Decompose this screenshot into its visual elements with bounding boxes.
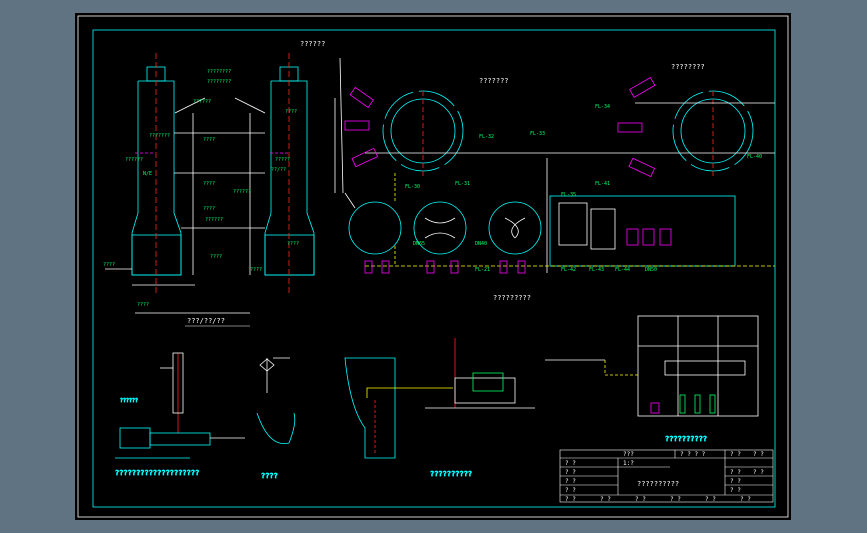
top-left-caption: ?????? [300, 40, 325, 48]
title-header-cell: ? ? ? ? [680, 451, 706, 458]
plan-view [334, 57, 775, 274]
piping-caption: ?????????? [430, 470, 472, 478]
tower-label: ?????? [125, 157, 143, 163]
title-header-cell: ? ? [753, 451, 764, 458]
tower-label: ??/?? [271, 167, 286, 173]
plan-section-caption: ????????? [493, 294, 531, 302]
valve-detail: ???? [256, 357, 296, 480]
tower-label: ???????? [207, 79, 231, 85]
top-center-caption: ??????? [479, 77, 509, 85]
tower-label: ???? [287, 241, 299, 247]
tower-label: ???? [137, 302, 149, 308]
plan-label: FL-33 [530, 131, 545, 137]
plan-label: FL-35 [561, 192, 576, 198]
tower-section-caption: ???/??/?? [187, 317, 225, 325]
title-footer-cell: ? ? [565, 496, 576, 503]
tower-label: ?????? [205, 217, 223, 223]
plan-label: FL-32 [479, 134, 494, 140]
tower-label: ????? [275, 157, 290, 163]
plan-label: FL-41 [595, 181, 610, 187]
cad-drawing: ???????? ???????? ?????? ??????? ???? ??… [77, 15, 789, 518]
title-footer-cell: ? ? [600, 496, 611, 503]
tower-label: ?????? [233, 189, 251, 195]
pump-section-caption: ???????????????????? [115, 469, 199, 477]
title-right-row: ? ? [730, 487, 741, 494]
tower-label: ???? [203, 206, 215, 212]
title-block [559, 449, 774, 503]
tank-caption: ?????????? [665, 435, 707, 443]
title-right-row: ? ? [730, 478, 741, 485]
top-right-caption: ???????? [671, 63, 705, 71]
plan-label: DN40 [475, 241, 487, 247]
title-left-row: ? ? [565, 460, 576, 467]
tower-label: ?????? [193, 99, 211, 105]
plan-label: FL-30 [405, 184, 420, 190]
plan-label: DN65 [413, 241, 425, 247]
plan-label: DN50 [645, 267, 657, 273]
title-header-cell: ??? [623, 451, 634, 458]
piping-section: ?????????? [344, 338, 535, 478]
tank-section: ?????????? [545, 315, 759, 443]
title-right-row: ? ? [730, 469, 741, 476]
scale-label: 1:? [623, 460, 634, 467]
pump-label: ?????? [120, 398, 138, 404]
tower-label: ???? [103, 262, 115, 268]
plan-label: FL-34 [595, 104, 610, 110]
plan-labels: ?????? ??????? ???????? FL-30 FL-31 FL-3… [300, 40, 762, 302]
plan-label: FL-21 [475, 267, 490, 273]
tower-label: ???? [250, 267, 262, 273]
tower-label: ??????? [149, 133, 170, 139]
tower-labels: ???????? ???????? ?????? ??????? ???? ??… [103, 69, 299, 327]
tower-label: N/E [143, 171, 152, 177]
plan-label: FL-44 [615, 267, 630, 273]
title-footer-cell: ? ? [740, 496, 751, 503]
drawing-sheet: ???????? ???????? ?????? ??????? ???? ??… [75, 13, 791, 520]
tower-label: ???? [203, 181, 215, 187]
plan-label: FL-42 [561, 267, 576, 273]
title-header-cell: ? ? [730, 451, 741, 458]
plan-label: FL-43 [589, 267, 604, 273]
valve-caption: ???? [261, 472, 278, 480]
tower-label: ???? [210, 254, 222, 260]
tower-label: ???? [285, 109, 297, 115]
title-left-row: ? ? [565, 469, 576, 476]
plan-label: FL-40 [747, 154, 762, 160]
pump-detail: ?????? ???????????????????? [115, 352, 245, 477]
title-footer-cell: ? ? [705, 496, 716, 503]
title-left-row: ? ? [565, 487, 576, 494]
tower-label: ???????? [207, 69, 231, 75]
tower-label: ???? [203, 137, 215, 143]
title-footer-cell: ? ? [670, 496, 681, 503]
title-left-row: ? ? [565, 478, 576, 485]
title-footer-cell: ? ? [635, 496, 646, 503]
drawing-title: ?????????? [637, 480, 679, 488]
plan-label: FL-31 [455, 181, 470, 187]
sheet-label: ? ? [753, 469, 764, 476]
